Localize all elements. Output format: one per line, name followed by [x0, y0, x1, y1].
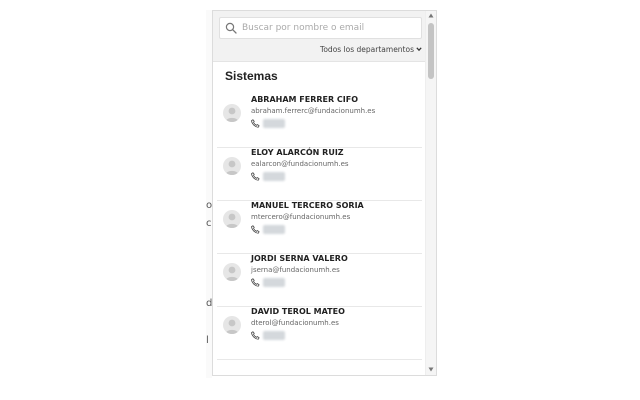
contact-name: MANUEL TERCERO SORIA [251, 201, 364, 210]
contact-list: ABRAHAM FERRER CIFO abraham.ferrerc@fund… [213, 95, 426, 360]
department-filter-label: Todos los departamentos [320, 44, 414, 54]
search-box[interactable] [219, 17, 422, 39]
phone-icon [251, 119, 260, 128]
avatar [223, 316, 241, 334]
contact-card[interactable]: JORDI SERNA VALERO jserna@fundacionumh.e… [217, 254, 422, 307]
phone-number-redacted [263, 172, 285, 181]
section-title: Sistemas [225, 69, 278, 83]
contacts-popup: Todos los departamentos Sistemas ABRAHAM… [212, 10, 437, 376]
contact-name: ABRAHAM FERRER CIFO [251, 95, 359, 104]
contact-card[interactable]: ELOY ALARCÓN RUIZ ealarcon@fundacionumh.… [217, 148, 422, 201]
phone-icon [251, 331, 260, 340]
phone-number-redacted [263, 225, 285, 234]
scrollbar-thumb[interactable] [428, 23, 434, 79]
chevron-down-icon [416, 47, 422, 52]
scrollbar[interactable] [425, 11, 436, 375]
avatar [223, 210, 241, 228]
phone-number-redacted [263, 119, 285, 128]
department-filter[interactable]: Todos los departamentos [320, 43, 422, 55]
phone-icon [251, 225, 260, 234]
contact-email[interactable]: jserna@fundacionumh.es [251, 266, 340, 274]
user-icon [225, 107, 239, 122]
scroll-up-icon[interactable] [428, 13, 434, 18]
contact-name: DAVID TEROL MATEO [251, 307, 345, 316]
contact-card[interactable]: DAVID TEROL MATEO dterol@fundacionumh.es [217, 307, 422, 360]
avatar [223, 157, 241, 175]
contact-email[interactable]: dterol@fundacionumh.es [251, 319, 339, 327]
popup-header: Todos los departamentos [213, 11, 426, 62]
avatar [223, 263, 241, 281]
background-text: l [206, 335, 209, 346]
phone-number-redacted [263, 278, 285, 287]
background-text: c [206, 218, 212, 229]
contact-email[interactable]: abraham.ferrerc@fundacionumh.es [251, 107, 375, 115]
contact-email[interactable]: ealarcon@fundacionumh.es [251, 160, 349, 168]
contact-name: ELOY ALARCÓN RUIZ [251, 148, 344, 157]
search-input[interactable] [242, 20, 417, 36]
contact-email[interactable]: mtercero@fundacionumh.es [251, 213, 350, 221]
user-icon [225, 213, 239, 228]
scroll-down-icon[interactable] [428, 367, 434, 372]
contact-card[interactable]: ABRAHAM FERRER CIFO abraham.ferrerc@fund… [217, 95, 422, 148]
contact-card[interactable]: MANUEL TERCERO SORIA mtercero@fundacionu… [217, 201, 422, 254]
phone-icon [251, 172, 260, 181]
phone-icon [251, 278, 260, 287]
user-icon [225, 319, 239, 334]
contact-name: JORDI SERNA VALERO [251, 254, 348, 263]
user-icon [225, 266, 239, 281]
phone-number-redacted [263, 331, 285, 340]
avatar [223, 104, 241, 122]
user-icon [225, 160, 239, 175]
search-icon [225, 22, 237, 34]
